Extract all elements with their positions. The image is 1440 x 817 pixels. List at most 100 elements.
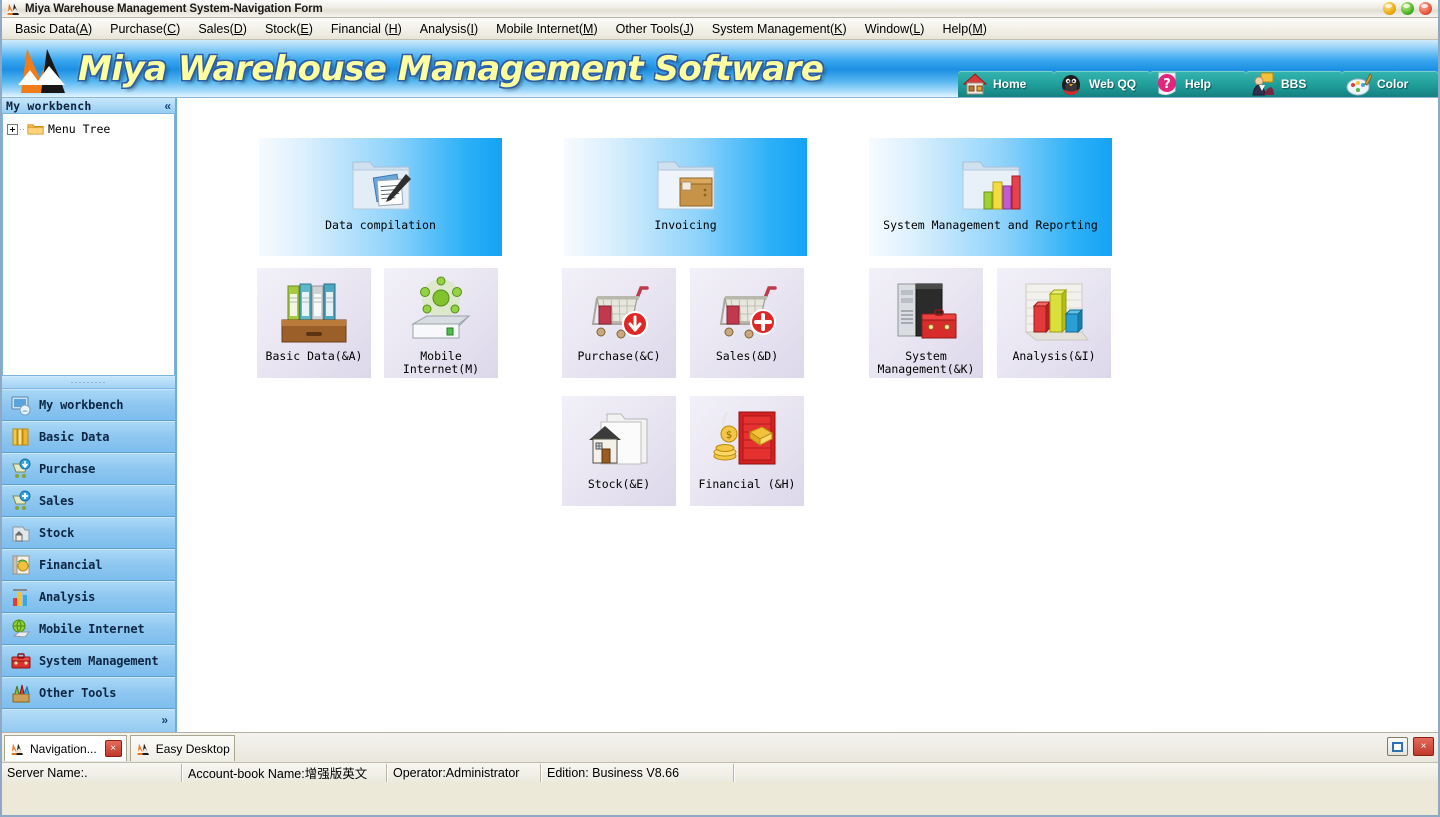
sidebar-item-label: Stock [39, 525, 75, 540]
money-book-icon [10, 554, 32, 576]
sidebar-item-basic-data[interactable]: Basic Data [2, 420, 175, 453]
menu-item-tail: ) [920, 21, 925, 36]
group-panel-invoicing[interactable]: Invoicing [564, 138, 807, 256]
tree-item-label: Menu Tree [48, 122, 111, 137]
sidebar-expand-more[interactable]: » [2, 708, 175, 732]
banner-tool-help[interactable]: ? Help [1150, 71, 1246, 97]
tile-label: Sales(&D) [715, 349, 779, 363]
menu-item-mobile-internet-m[interactable]: Mobile Internet(M) [487, 20, 606, 38]
banner-tool-home[interactable]: Home [958, 71, 1054, 97]
banner-tool-web-qq[interactable]: Web QQ [1054, 71, 1150, 97]
penguin-icon [1058, 71, 1084, 97]
banner-tool-bbs[interactable]: BBS [1246, 71, 1342, 97]
sidebar-item-stock[interactable]: Stock [2, 516, 175, 549]
taskbar-item-easy-desktop[interactable]: Easy Desktop [129, 735, 235, 761]
house-folder-icon [581, 404, 657, 476]
tile-system-management[interactable]: System Management(&K) [869, 268, 983, 378]
menu-item-tail: ) [242, 21, 247, 36]
close-button[interactable] [1419, 2, 1432, 15]
menu-item-tail: ) [982, 21, 987, 36]
folder-box-icon [650, 150, 722, 216]
menu-item-system-management-k[interactable]: System Management(K) [703, 20, 856, 38]
tile-basic-data[interactable]: Basic Data(&A) [257, 268, 371, 378]
sidebar-item-financial[interactable]: Financial [2, 548, 175, 581]
folder-documents-icon [345, 150, 417, 216]
tile-purchase[interactable]: Purchase(&C) [562, 268, 676, 378]
tools-icon [10, 682, 32, 704]
status-bar: Server Name:. Account-book Name:增强版英文 Op… [2, 762, 1438, 782]
minimize-button[interactable] [1383, 2, 1396, 15]
menu-item-tail: ) [397, 21, 402, 36]
banner-tool-color[interactable]: Color [1342, 71, 1438, 97]
menu-item-analysis-i[interactable]: Analysis(I) [411, 20, 487, 38]
tile-financial[interactable]: $ Financial (&H) [690, 396, 804, 506]
menu-item-purchase-c[interactable]: Purchase(C) [101, 20, 189, 38]
menu-item-tail: ) [176, 21, 181, 36]
menu-item-accesskey: M [972, 21, 983, 36]
banner-tool-label: Color [1377, 77, 1409, 91]
navigation-canvas: Data compilation Invoicing System Manage… [177, 98, 1438, 732]
group-panel-data-compilation[interactable]: Data compilation [259, 138, 502, 256]
bar-chart-icon [10, 586, 32, 608]
tile-analysis[interactable]: Analysis(&I) [997, 268, 1111, 378]
group-panel-system-management-reporting[interactable]: System Management and Reporting [869, 138, 1112, 256]
sidebar-item-sales[interactable]: Sales [2, 484, 175, 517]
network-disk-icon [403, 276, 479, 348]
banner-title: Miya Warehouse Management Software [78, 48, 824, 89]
window-title: Miya Warehouse Management System-Navigat… [25, 2, 323, 15]
sidebar-collapse-icon[interactable]: « [164, 100, 171, 112]
taskbar-close-icon[interactable]: × [104, 740, 122, 757]
menu-item-label: Other Tools( [615, 21, 684, 36]
banner-logo-icon [14, 43, 76, 95]
menu-item-other-tools-j[interactable]: Other Tools(J) [607, 20, 703, 38]
sidebar-item-label: Mobile Internet [39, 621, 145, 636]
title-bar: Miya Warehouse Management System-Navigat… [2, 0, 1438, 18]
restore-window-button[interactable] [1387, 737, 1408, 756]
app-logo-icon [10, 742, 25, 756]
tile-stock[interactable]: Stock(&E) [562, 396, 676, 506]
menu-item-basic-data-a[interactable]: Basic Data(A) [6, 20, 101, 38]
menu-item-stock-e[interactable]: Stock(E) [256, 20, 322, 38]
app-logo-icon [6, 2, 21, 16]
sidebar-item-label: Other Tools [39, 685, 117, 700]
tile-label: Stock(&E) [587, 477, 651, 491]
status-account-book: Account-book Name:增强版英文 [182, 763, 387, 782]
menu-item-sales-d[interactable]: Sales(D) [189, 20, 256, 38]
expand-plus-icon[interactable] [7, 123, 18, 135]
menu-item-label: Sales( [198, 21, 234, 36]
sidebar-item-purchase[interactable]: Purchase [2, 452, 175, 485]
sidebar-splitter[interactable]: ········· [2, 376, 175, 389]
tree-item-menu-tree[interactable]: ·· Menu Tree [7, 120, 174, 138]
status-edition: Edition: Business V8.66 [541, 763, 734, 782]
menu-item-tail: ) [593, 21, 598, 36]
sidebar-item-label: My workbench [39, 397, 124, 412]
tile-sales[interactable]: Sales(&D) [690, 268, 804, 378]
sidebar-item-my-workbench[interactable]: My workbench [2, 388, 175, 421]
menu-item-financial-h[interactable]: Financial (H) [322, 20, 411, 38]
taskbar-item-navigation[interactable]: Navigation... × [4, 735, 127, 761]
close-icon: × [1420, 741, 1427, 752]
maximize-button[interactable] [1401, 2, 1414, 15]
house-icon [962, 71, 988, 97]
sidebar-item-system-management[interactable]: System Management [2, 644, 175, 677]
menu-item-label: Help( [942, 21, 973, 36]
chart-3d-icon [1016, 276, 1092, 348]
sidebar-item-mobile-internet[interactable]: Mobile Internet [2, 612, 175, 645]
menu-item-label: Purchase( [110, 21, 168, 36]
tile-mobile-internet[interactable]: Mobile Internet(M) [384, 268, 498, 378]
menu-item-window-l[interactable]: Window(L) [856, 20, 934, 38]
menu-item-label: System Management( [711, 21, 835, 36]
menu-item-accesskey: M [583, 21, 594, 36]
tile-label: Basic Data(&A) [265, 349, 363, 363]
menu-item-help-m[interactable]: Help(M) [933, 20, 995, 38]
sidebar-item-analysis[interactable]: Analysis [2, 580, 175, 613]
sidebar-header: My workbench « [2, 98, 175, 115]
close-window-button[interactable]: × [1413, 737, 1434, 756]
taskbar-item-label: Navigation... [30, 741, 97, 756]
sidebar-item-other-tools[interactable]: Other Tools [2, 676, 175, 709]
sidebar-item-label: Analysis [39, 589, 96, 604]
banner-tool-label: Help [1185, 77, 1212, 91]
menu-item-label: Mobile Internet( [496, 21, 584, 36]
sidebar-item-label: Financial [39, 557, 103, 572]
application-window: Miya Warehouse Management System-Navigat… [0, 0, 1440, 817]
